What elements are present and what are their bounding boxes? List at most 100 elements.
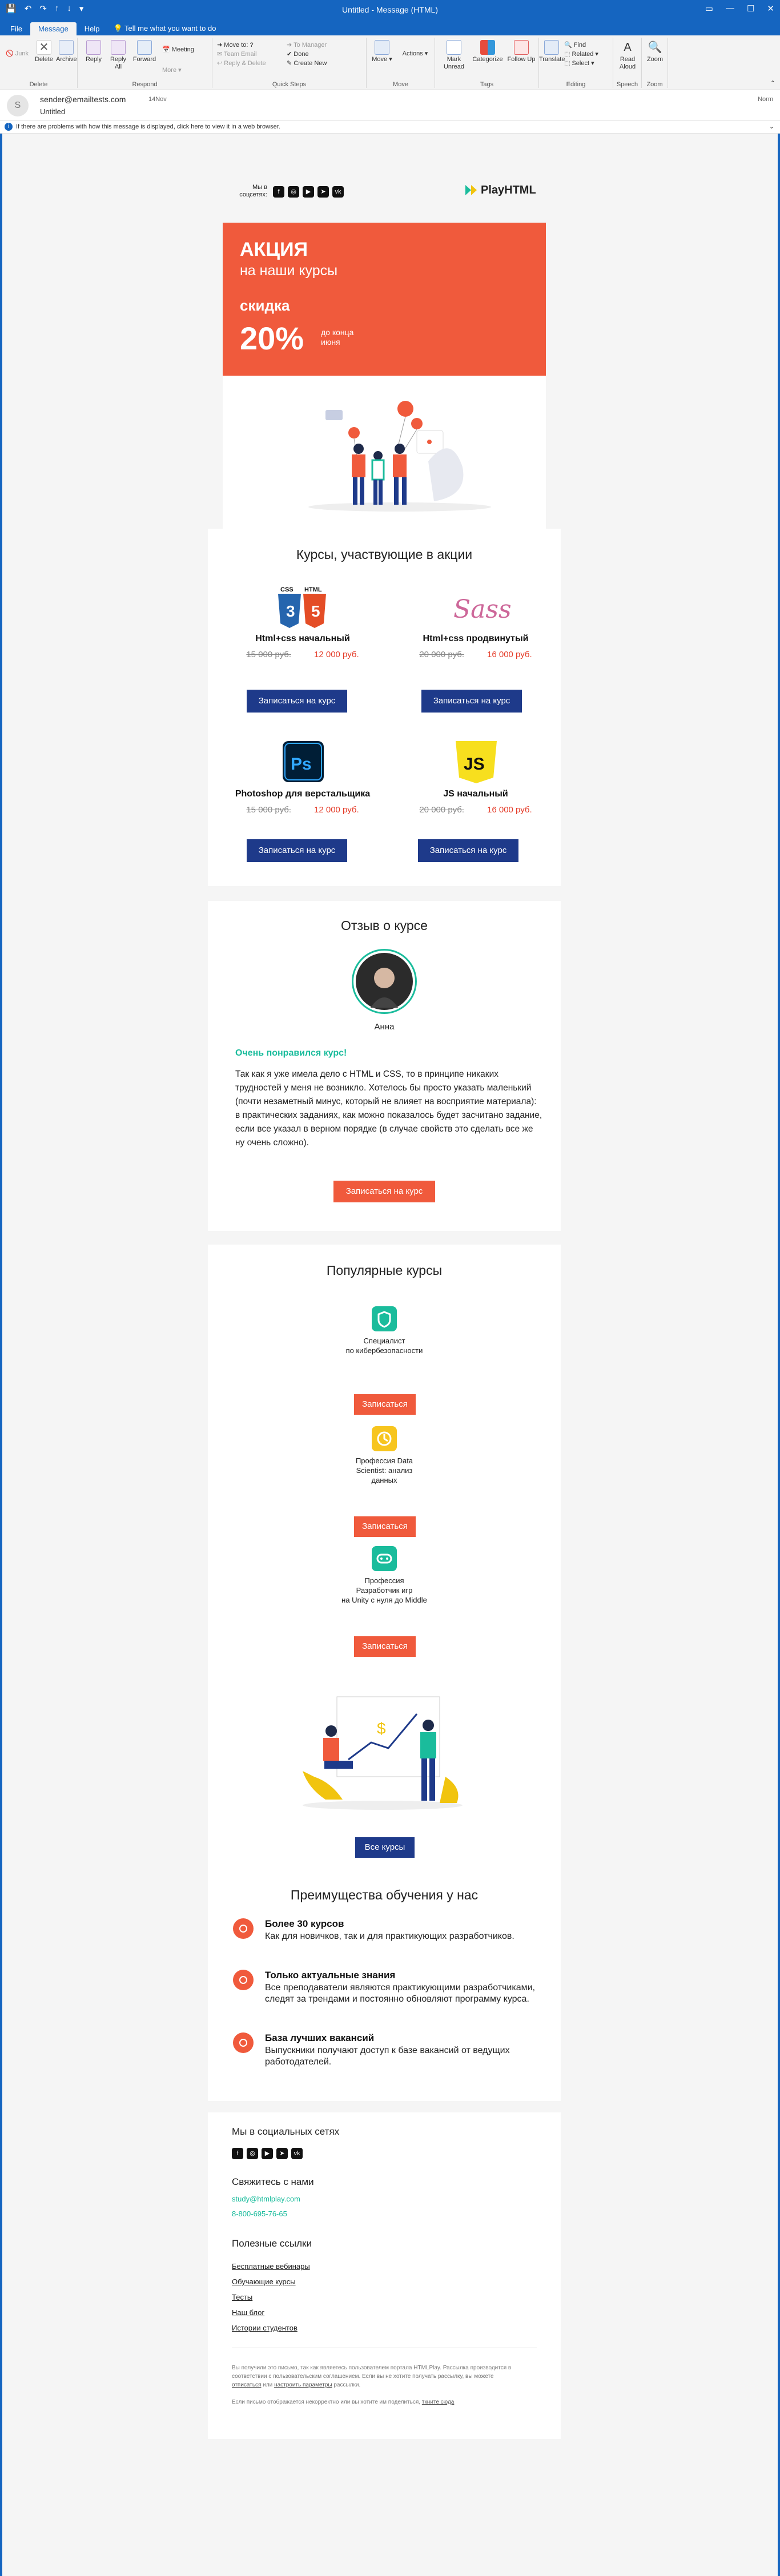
- reply-all-icon: [111, 40, 126, 55]
- course-price: 20 000 руб. 16 000 руб.: [404, 650, 547, 659]
- course-card-html-basic: CSS HTML 3 5 Html+css начальный 15 000 руб.…: [231, 585, 374, 659]
- maximize-icon[interactable]: ☐: [747, 3, 754, 14]
- info-bar-text[interactable]: If there are problems with how this mess…: [16, 123, 280, 130]
- quick-step-done[interactable]: ✔ Done: [287, 50, 309, 58]
- related-button[interactable]: ⬚ Related ▾: [564, 50, 598, 58]
- data-science-icon: [372, 1426, 397, 1451]
- enroll-button-photoshop[interactable]: Записаться на курс: [247, 839, 347, 862]
- quick-step-to-manager[interactable]: ➜ To Manager: [287, 41, 327, 49]
- popular-enroll-button-data-science[interactable]: Записаться: [354, 1516, 416, 1537]
- categorize-icon: [480, 40, 495, 55]
- categorize-button[interactable]: Categorize: [471, 40, 505, 63]
- group-label: Delete: [29, 81, 48, 88]
- quick-step-reply-delete[interactable]: ↩ Reply & Delete: [217, 59, 266, 67]
- read-aloud-button[interactable]: A Read Aloud: [617, 40, 638, 71]
- footer-phone-link[interactable]: 8-800-695-76-65: [232, 2209, 287, 2218]
- mark-unread-button[interactable]: Mark Unread: [440, 40, 468, 71]
- find-button[interactable]: 🔍 Find: [564, 41, 586, 49]
- telegram-icon[interactable]: ➤: [317, 186, 329, 198]
- minimize-icon[interactable]: —: [726, 3, 734, 14]
- tab-message[interactable]: Message: [30, 22, 77, 35]
- svg-text:HTML: HTML: [304, 586, 322, 593]
- quick-step-create-new[interactable]: ✎ Create New: [287, 59, 327, 67]
- ribbon: 🚫 Junk ✕ Delete Archive Delete Reply Repl…: [0, 35, 780, 90]
- presentation-illustration: $: [291, 1691, 474, 1812]
- settings-link[interactable]: настроить параметры: [274, 2382, 332, 2388]
- vk-icon[interactable]: vk: [291, 2148, 303, 2159]
- all-courses-button[interactable]: Все курсы: [355, 1837, 415, 1858]
- footer-link-blog[interactable]: Наш блог: [232, 2308, 310, 2317]
- group-respond: Reply Reply All Forward 📅 Meeting More ▾…: [78, 38, 212, 88]
- popular-course-gamedev: Профессия Разработчик игр на Unity с нуля …: [208, 1546, 561, 1605]
- review-headline: Очень понравился курс!: [235, 1048, 347, 1058]
- window-controls: ▭ — ☐ ✕: [705, 3, 774, 14]
- delete-button[interactable]: ✕ Delete: [34, 40, 54, 63]
- discount-label: скидка: [240, 297, 290, 314]
- zoom-button[interactable]: 🔍 Zoom: [644, 40, 666, 63]
- chevron-down-icon[interactable]: ⌄: [769, 123, 774, 130]
- popular-enroll-button-gamedev[interactable]: Записаться: [354, 1636, 416, 1657]
- advantage-item: Более 30 курсов Как для новичков, так и …: [233, 1918, 536, 1942]
- actions-button[interactable]: Actions ▾: [397, 50, 433, 58]
- collapse-ribbon-icon[interactable]: ⌃: [770, 79, 775, 87]
- enroll-button-html-advanced[interactable]: Записаться на курс: [421, 690, 522, 713]
- footer-email-link[interactable]: study@htmlplay.com: [232, 2195, 300, 2203]
- advantage-desc: Выпускники получают доступ к базе ваканс…: [265, 2046, 510, 2067]
- top-social-icons: f ◎ ▶ ➤ vk: [273, 186, 347, 198]
- advantage-title: Только актуальные знания: [265, 1970, 396, 1981]
- reply-all-button[interactable]: Reply All: [107, 40, 129, 71]
- quick-step-move[interactable]: ➜ Move to: ?: [217, 41, 254, 49]
- footer-legal-text: Вы получили это письмо, так как являетес…: [232, 2365, 512, 2388]
- unsubscribe-link[interactable]: отписаться: [232, 2382, 261, 2388]
- svg-text:$: $: [377, 1720, 386, 1737]
- review-enroll-button[interactable]: Записаться на курс: [333, 1181, 435, 1202]
- ribbon-display-icon[interactable]: ▭: [705, 3, 713, 14]
- svg-text:Sass: Sass: [453, 595, 512, 624]
- instagram-icon[interactable]: ◎: [288, 186, 299, 198]
- sender-address[interactable]: sender@emailtests.com: [40, 95, 126, 104]
- select-button[interactable]: ⬚ Select ▾: [564, 59, 594, 67]
- follow-up-button[interactable]: Follow Up: [507, 40, 536, 63]
- footer-link-courses[interactable]: Обучающие курсы: [232, 2277, 310, 2286]
- ignore-button[interactable]: 🚫 Junk: [6, 50, 29, 58]
- new-price: 16 000 руб.: [487, 805, 532, 815]
- instagram-icon[interactable]: ◎: [247, 2148, 258, 2159]
- telegram-icon[interactable]: ➤: [276, 2148, 288, 2159]
- group-editing: 🔍 Find ⬚ Related ▾ ⬚ Select ▾ Translate …: [539, 38, 613, 88]
- tell-me-search[interactable]: 💡 Tell me what you want to do: [107, 22, 222, 35]
- move-button[interactable]: Move ▾: [371, 40, 393, 63]
- tab-file[interactable]: File: [2, 22, 30, 35]
- advantage-desc: Все преподаватели являются практикующими…: [265, 1983, 535, 2004]
- enroll-button-html-basic[interactable]: Записаться на курс: [247, 690, 347, 713]
- forward-button[interactable]: Forward: [131, 40, 158, 63]
- footer-link-stories[interactable]: Истории студентов: [232, 2324, 310, 2332]
- popular-enroll-button-security[interactable]: Записаться: [354, 1394, 416, 1415]
- translate-button[interactable]: Translate: [539, 40, 565, 63]
- facebook-icon[interactable]: f: [232, 2148, 243, 2159]
- group-tags: Mark Unread Categorize Follow Up Tags: [435, 38, 539, 88]
- quick-step-team-email[interactable]: ✉ Team Email: [217, 50, 257, 58]
- footer-link-tests[interactable]: Тесты: [232, 2293, 310, 2301]
- course-price: 15 000 руб. 12 000 руб.: [231, 805, 374, 815]
- tab-help[interactable]: Help: [77, 22, 108, 35]
- archive-button[interactable]: Archive: [56, 40, 77, 63]
- view-online-link[interactable]: ткните сюда: [422, 2399, 455, 2405]
- more-button[interactable]: More ▾: [162, 66, 182, 74]
- youtube-icon[interactable]: ▶: [303, 186, 314, 198]
- window-title: Untitled - Message (HTML): [341, 5, 439, 14]
- enroll-button-js[interactable]: Записаться на курс: [418, 839, 518, 862]
- footer-social-icons: f ◎ ▶ ➤ vk: [232, 2148, 306, 2159]
- youtube-icon[interactable]: ▶: [262, 2148, 273, 2159]
- vk-icon[interactable]: vk: [332, 186, 344, 198]
- group-speech: A Read Aloud Speech: [613, 38, 642, 88]
- reply-button[interactable]: Reply: [82, 40, 105, 63]
- info-bar[interactable]: i If there are problems with how this me…: [0, 121, 780, 134]
- info-icon: i: [5, 123, 13, 131]
- footer-link-webinars[interactable]: Бесплатные вебинары: [232, 2262, 310, 2271]
- facebook-icon[interactable]: f: [273, 186, 284, 198]
- html-css-logo-icon: CSS HTML 3 5: [231, 585, 374, 630]
- meeting-button[interactable]: 📅 Meeting: [162, 46, 194, 54]
- group-label: Zoom: [646, 81, 663, 88]
- close-icon[interactable]: ✕: [767, 3, 774, 14]
- clock-icon: [233, 1970, 254, 1990]
